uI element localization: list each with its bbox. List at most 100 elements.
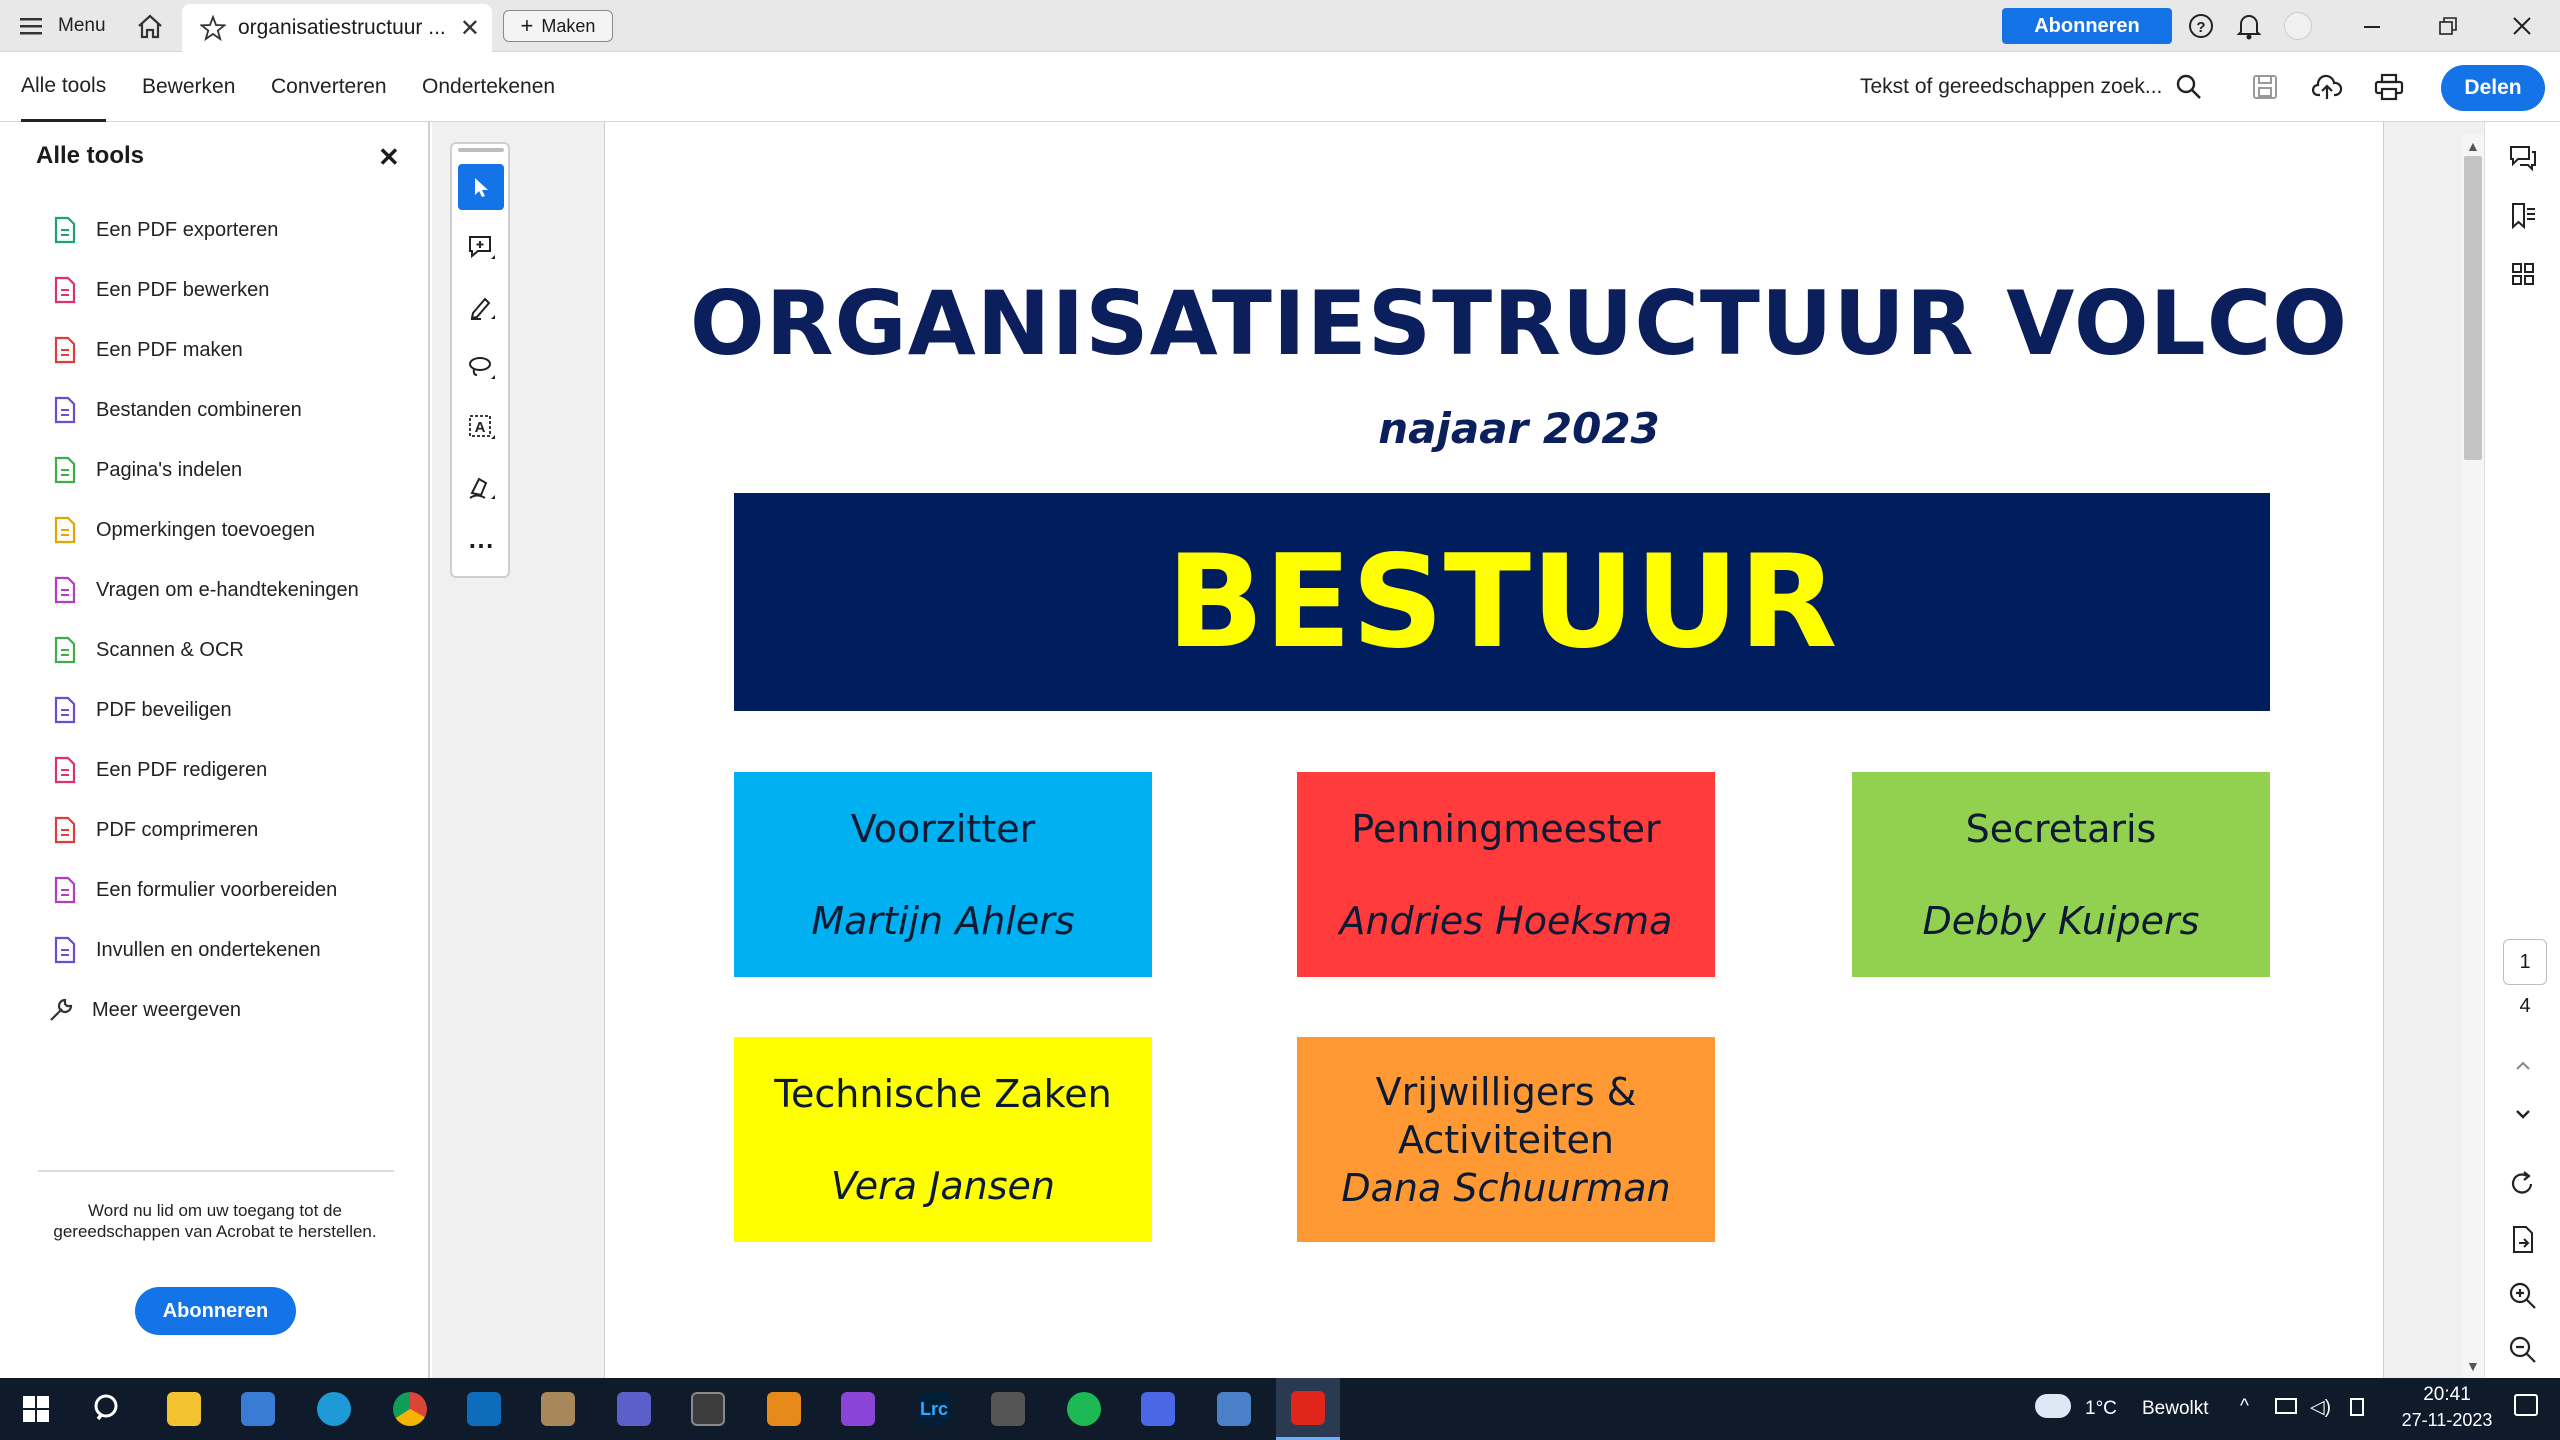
sign-tool-button[interactable] [458,464,504,510]
scroll-up-icon[interactable]: ▲ [2466,138,2480,154]
minimize-button[interactable] [2362,0,2382,52]
rotate-button[interactable] [2505,1166,2541,1202]
draw-tool-button[interactable] [458,344,504,390]
tool-item[interactable]: PDF beveiligen [50,690,232,730]
bookmarks-button[interactable] [2505,198,2541,234]
comments-panel-button[interactable] [2505,140,2541,176]
tool-item[interactable]: Een PDF maken [50,330,243,370]
notification-center-icon[interactable] [2514,1394,2538,1416]
tool-item[interactable]: Invullen en ondertekenen [50,930,321,970]
org-box: Voorzitter Martijn Ahlers [734,772,1152,977]
tool-label: Een PDF redigeren [96,758,268,781]
select-tool-button[interactable] [458,164,504,210]
tool-label: Een PDF maken [96,338,243,361]
tool-label: Bestanden combineren [96,398,302,421]
weather-temp: 1°C [2085,1398,2117,1419]
upload-button[interactable] [2312,52,2342,122]
print-button[interactable] [2374,52,2404,122]
tray-chevron-icon[interactable]: ^ [2240,1396,2249,1418]
more-options-icon[interactable]: ⋯ [458,522,504,568]
volume-icon[interactable]: ◁) [2310,1396,2331,1419]
battery-icon[interactable] [2350,1398,2364,1416]
tool-label: Een PDF exporteren [96,218,279,241]
tool-item[interactable]: Een PDF redigeren [50,750,267,790]
help-button[interactable]: ? [2188,0,2214,52]
tool-item[interactable]: Vragen om e-handtekeningen [50,570,359,610]
menu-bar: Alle tools Bewerken Converteren Ondertek… [0,52,2560,122]
network-icon[interactable] [2275,1398,2297,1414]
start-button[interactable] [4,1378,68,1440]
outlook-app[interactable] [452,1378,516,1440]
extract-page-button[interactable] [2505,1222,2541,1258]
tool-label: Een PDF bewerken [96,278,270,301]
spotify-app[interactable] [1052,1378,1116,1440]
file-explorer-app[interactable] [152,1378,216,1440]
close-window-button[interactable] [2512,0,2532,52]
tab-ondertekenen[interactable]: Ondertekenen [422,52,555,122]
search-button[interactable] [2176,52,2202,122]
bookmark-icon [2512,203,2535,230]
calculator-app[interactable] [1202,1378,1266,1440]
scroll-down-icon[interactable]: ▼ [2466,1358,2480,1374]
tab-bewerken[interactable]: Bewerken [142,52,235,122]
tool-item[interactable]: Bestanden combineren [50,390,302,430]
person-name: Andries Hoeksma [1339,898,1673,943]
tool-item[interactable]: Een PDF exporteren [50,210,278,250]
app-icon [241,1392,275,1426]
current-page-input[interactable]: 1 [2503,939,2547,985]
acrobat-app[interactable] [1276,1378,1340,1440]
app-9[interactable] [752,1378,816,1440]
tab-converteren[interactable]: Converteren [271,52,387,122]
document-tab[interactable]: organisatiestructuur ... ✕ [182,4,492,52]
text-tool-button[interactable]: A [458,404,504,450]
chrome-app[interactable] [378,1378,442,1440]
tab-alle-tools[interactable]: Alle tools [21,52,107,122]
highlight-tool-button[interactable] [458,284,504,330]
previous-page-button[interactable] [2505,1048,2541,1084]
tool-item[interactable]: Een PDF bewerken [50,270,269,310]
tool-item[interactable]: PDF comprimeren [50,810,258,850]
restore-button[interactable] [2438,0,2458,52]
app-photo[interactable] [526,1378,590,1440]
lightroom-app[interactable]: Lrc [902,1378,966,1440]
pdf-page: ORGANISATIESTRUCTUUR VOLCO najaar 2023 B… [604,122,2384,1378]
app-12[interactable] [976,1378,1040,1440]
scrollbar-thumb[interactable] [2464,156,2482,460]
notifications-button[interactable] [2236,0,2262,52]
save-button[interactable] [2252,52,2278,122]
next-page-button[interactable] [2505,1096,2541,1132]
home-button[interactable] [136,0,164,52]
close-tab-icon[interactable]: ✕ [460,14,480,43]
clock-date[interactable]: 27-11-2023 [2397,1410,2497,1431]
zoom-in-button[interactable] [2505,1278,2541,1314]
clipchamp-app[interactable] [826,1378,890,1440]
teams-app[interactable] [602,1378,666,1440]
drag-handle[interactable] [458,148,504,152]
subscribe-button[interactable]: Abonneren [2002,8,2172,44]
tool-item[interactable]: Een formulier voorbereiden [50,870,337,910]
app-2[interactable] [226,1378,290,1440]
comment-tool-button[interactable] [458,224,504,270]
tool-item[interactable]: Scannen & OCR [50,630,244,670]
maken-button[interactable]: + Maken [503,10,613,42]
share-button[interactable]: Delen [2441,65,2545,111]
app-8[interactable] [676,1378,740,1440]
tool-item[interactable]: Opmerkingen toevoegen [50,510,315,550]
restore-icon [2439,17,2457,35]
taskbar-search-button[interactable] [76,1378,140,1440]
subscribe-panel-button[interactable]: Abonneren [135,1287,296,1335]
thumbnails-button[interactable] [2505,256,2541,292]
clock-time[interactable]: 20:41 [2397,1384,2497,1406]
close-panel-icon[interactable]: ✕ [378,142,400,173]
chevron-down-icon [2516,1110,2530,1119]
edge-app[interactable] [302,1378,366,1440]
search-input[interactable]: Tekst of gereedschappen zoek... [1860,52,2162,122]
tool-label: Opmerkingen toevoegen [96,518,316,541]
star-icon[interactable] [200,15,226,41]
tool-item[interactable]: Pagina's indelen [50,450,242,490]
more-tools-button[interactable]: Meer weergeven [46,990,241,1030]
menu-button[interactable]: Menu [20,0,106,52]
profile-button[interactable] [2284,0,2312,52]
zoom-out-button[interactable] [2505,1332,2541,1368]
app-14[interactable] [1126,1378,1190,1440]
